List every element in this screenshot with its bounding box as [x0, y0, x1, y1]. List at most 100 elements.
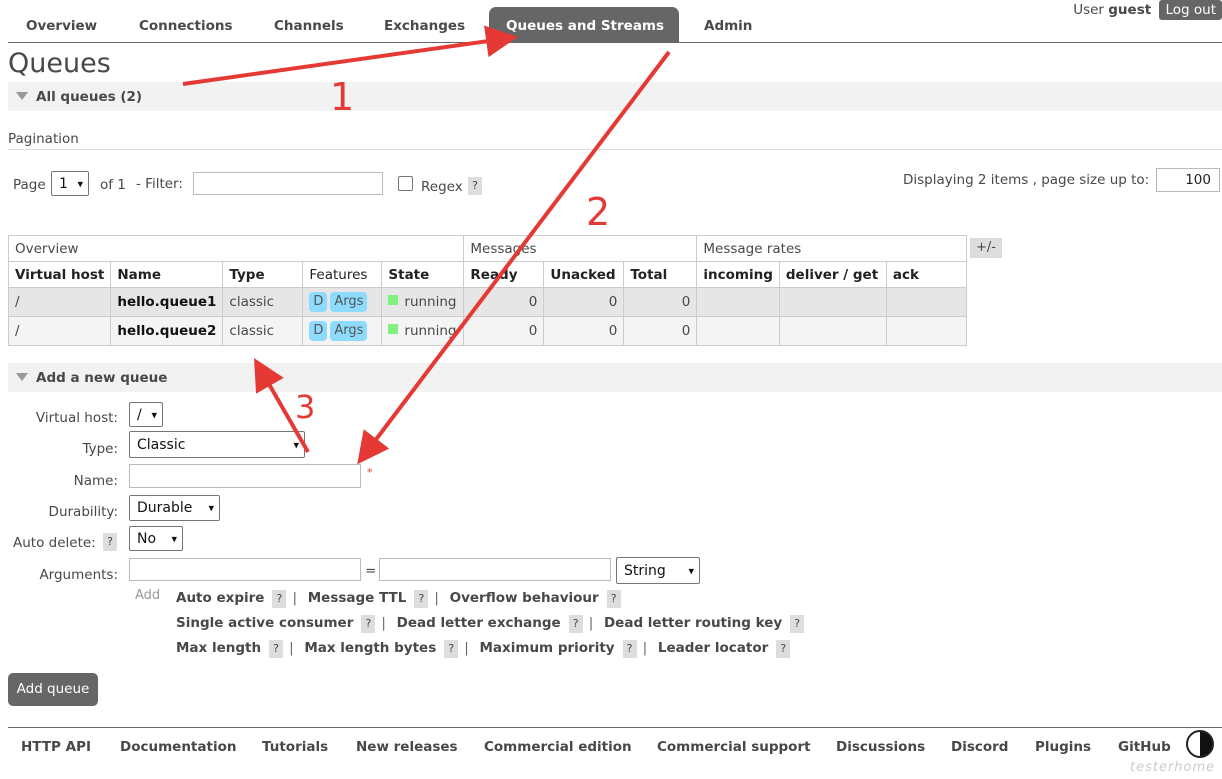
logout-button[interactable]: Log out: [1159, 0, 1222, 20]
filter-label: - Filter:: [136, 176, 183, 192]
col-unacked: Unacked: [543, 261, 625, 288]
queue-name-input[interactable]: [129, 464, 361, 488]
argument-type-select[interactable]: String ▾: [616, 557, 700, 584]
regex-help-icon[interactable]: ?: [468, 177, 482, 195]
page-select[interactable]: 1 ▾: [51, 171, 89, 196]
argument-type-value: String: [624, 562, 666, 579]
help-icon[interactable]: ?: [444, 640, 459, 658]
cell-deliver-get: [778, 316, 887, 346]
tab-admin[interactable]: Admin: [687, 7, 769, 42]
arg-option-leader-locator[interactable]: Leader locator: [658, 640, 768, 656]
page-size-input[interactable]: 100: [1156, 168, 1220, 192]
chevron-down-icon: ▾: [151, 408, 157, 421]
help-icon[interactable]: ?: [776, 640, 791, 658]
arguments-label: Arguments:: [39, 567, 118, 583]
table-row[interactable]: / hello.queue2 classic D Args running 0 0…: [7, 316, 967, 346]
durability-select[interactable]: Durable ▾: [129, 495, 220, 521]
autodelete-help-icon[interactable]: ?: [103, 533, 117, 551]
type-select-value: Classic: [137, 436, 186, 453]
help-icon[interactable]: ?: [269, 640, 284, 658]
cell-features: D Args: [302, 316, 383, 346]
arg-option-auto-expire[interactable]: Auto expire: [176, 590, 264, 606]
regex-checkbox[interactable]: [398, 176, 413, 191]
help-icon[interactable]: ?: [272, 590, 287, 608]
col-name[interactable]: Name: [110, 261, 224, 288]
autodelete-select[interactable]: No ▾: [129, 526, 183, 551]
help-icon[interactable]: ?: [361, 615, 376, 633]
state-text: running: [404, 294, 457, 310]
required-marker: *: [367, 466, 373, 479]
col-ready: Ready: [463, 261, 545, 288]
group-header-messages: Messages: [463, 235, 698, 262]
help-icon[interactable]: ?: [568, 615, 583, 633]
cell-ack: [885, 287, 967, 317]
user-name: guest: [1108, 2, 1152, 18]
arg-option-dead-letter-exchange[interactable]: Dead letter exchange: [397, 615, 561, 631]
help-icon[interactable]: ?: [622, 640, 637, 658]
column-toggle-button[interactable]: +/-: [970, 238, 1002, 258]
chevron-down-icon: ▾: [293, 438, 299, 451]
tab-overview[interactable]: Overview: [9, 7, 114, 42]
annotation-number-1: 1: [330, 75, 355, 119]
cell-total: 0: [623, 287, 698, 317]
tab-channels[interactable]: Channels: [257, 7, 361, 42]
cell-state: running: [381, 287, 465, 317]
arg-option-maximum-priority[interactable]: Maximum priority: [480, 640, 615, 656]
add-queue-button[interactable]: Add queue: [8, 673, 98, 706]
arg-option-message-ttl[interactable]: Message TTL: [308, 590, 407, 606]
footer-link-commercial-edition[interactable]: Commercial edition: [484, 739, 632, 755]
chevron-down-icon: ▾: [171, 532, 177, 545]
tab-exchanges[interactable]: Exchanges: [367, 7, 482, 42]
user-box: User guest Log out: [1073, 0, 1222, 21]
footer-link-tutorials[interactable]: Tutorials: [262, 739, 328, 755]
cell-incoming: [696, 287, 780, 317]
arg-option-overflow-behaviour[interactable]: Overflow behaviour: [450, 590, 599, 606]
state-indicator-icon: [388, 324, 399, 334]
footer-link-documentation[interactable]: Documentation: [120, 739, 236, 755]
cell-vhost: /: [7, 316, 112, 346]
col-state: State: [381, 261, 465, 288]
table-row[interactable]: / hello.queue1 classic D Args running 0 0…: [7, 287, 967, 317]
durable-badge: D: [309, 321, 328, 341]
footer-link-discussions[interactable]: Discussions: [836, 739, 925, 755]
cell-vhost: /: [7, 287, 112, 317]
queue-name-link[interactable]: hello.queue2: [110, 316, 224, 346]
footer-link-commercial-support[interactable]: Commercial support: [657, 739, 811, 755]
queue-name-link[interactable]: hello.queue1: [110, 287, 224, 317]
page-label: Page: [13, 177, 46, 193]
footer-link-github[interactable]: GitHub: [1118, 739, 1171, 755]
page-title: Queues: [8, 48, 111, 79]
cell-unacked: 0: [543, 316, 625, 346]
divider: [8, 149, 1222, 150]
arg-option-dead-letter-routing-key[interactable]: Dead letter routing key: [604, 615, 782, 631]
tab-queues-and-streams[interactable]: Queues and Streams: [489, 7, 679, 42]
type-label: Type:: [82, 441, 118, 457]
help-icon[interactable]: ?: [414, 590, 429, 608]
footer-link-http-api[interactable]: HTTP API: [21, 739, 91, 755]
tab-connections[interactable]: Connections: [122, 7, 250, 42]
page-of-label: of 1: [100, 177, 126, 193]
type-select[interactable]: Classic ▾: [129, 431, 305, 458]
arg-option-max-length[interactable]: Max length: [176, 640, 261, 656]
annotation-number-3: 3: [295, 388, 316, 426]
footer-link-plugins[interactable]: Plugins: [1035, 739, 1091, 755]
vhost-select[interactable]: / ▾: [129, 402, 163, 427]
help-icon[interactable]: ?: [606, 590, 621, 608]
footer-link-new-releases[interactable]: New releases: [356, 739, 458, 755]
cell-unacked: 0: [543, 287, 625, 317]
arg-option-single-active-consumer[interactable]: Single active consumer: [176, 615, 353, 631]
theme-toggle-icon[interactable]: [1186, 730, 1214, 758]
filter-input[interactable]: [193, 172, 383, 195]
vhost-select-value: /: [137, 406, 142, 423]
cell-total: 0: [623, 316, 698, 346]
footer-link-discord[interactable]: Discord: [951, 739, 1008, 755]
watermark-text: testerhome: [1130, 760, 1216, 775]
help-icon[interactable]: ?: [790, 615, 805, 633]
group-header-overview: Overview: [7, 235, 465, 262]
arg-option-max-length-bytes[interactable]: Max length bytes: [304, 640, 436, 656]
add-queue-toggle[interactable]: Add a new queue: [8, 363, 1222, 392]
args-badge: Args: [330, 292, 368, 312]
all-queues-toggle[interactable]: All queues (2): [8, 82, 1222, 111]
argument-key-input[interactable]: [129, 558, 361, 581]
argument-value-input[interactable]: [379, 558, 611, 581]
